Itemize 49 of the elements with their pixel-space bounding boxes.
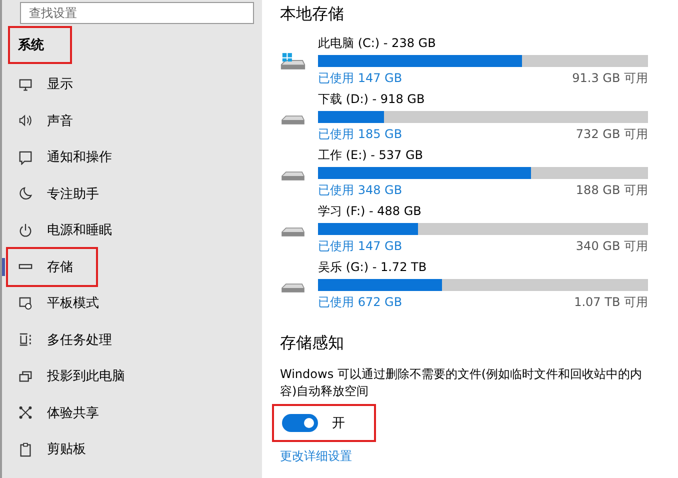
used-space: 已使用 185 GB bbox=[318, 126, 402, 143]
share-icon bbox=[18, 405, 33, 420]
nav-item[interactable]: 声音 bbox=[2, 102, 262, 139]
used-space: 已使用 147 GB bbox=[318, 238, 402, 255]
toggle-label: 开 bbox=[332, 415, 345, 432]
nav-item[interactable]: 通知和操作 bbox=[2, 139, 262, 176]
free-space: 188 GB 可用 bbox=[576, 182, 648, 199]
drive-icon bbox=[281, 115, 305, 125]
description-text: Windows 可以通过删除不需要的文件(例如临时文件和回收站中的内容)自动释放空间 bbox=[280, 366, 644, 400]
drive-name: 吴乐 (G:) - 1.72 TB bbox=[318, 259, 428, 276]
message-icon bbox=[18, 150, 33, 165]
selection-indicator bbox=[2, 258, 5, 276]
nav-item[interactable]: 专注助手 bbox=[2, 176, 262, 212]
project-icon bbox=[18, 368, 33, 384]
nav-item[interactable]: 剪贴板 bbox=[2, 431, 262, 468]
free-space: 91.3 GB 可用 bbox=[572, 70, 648, 87]
nav-item[interactable]: 平板模式 bbox=[2, 285, 262, 322]
drive-name: 工作 (E:) - 537 GB bbox=[318, 147, 424, 164]
free-space: 1.07 TB 可用 bbox=[574, 294, 648, 311]
drive-icon bbox=[281, 283, 305, 293]
settings-link[interactable]: 更改详细设置 bbox=[280, 448, 352, 465]
drive-name: 学习 (F:) - 488 GB bbox=[318, 203, 422, 220]
free-space: 732 GB 可用 bbox=[576, 126, 648, 143]
multitask-icon bbox=[18, 332, 33, 348]
nav-item[interactable]: 电源和睡眠 bbox=[2, 212, 262, 248]
used-space: 已使用 672 GB bbox=[318, 294, 402, 311]
used-space: 已使用 348 GB bbox=[318, 182, 402, 199]
nav-item[interactable]: 投影到此电脑 bbox=[2, 358, 262, 394]
display-icon bbox=[18, 76, 33, 92]
used-space: 已使用 147 GB bbox=[318, 70, 402, 87]
drive-icon bbox=[281, 227, 305, 237]
clipboard-icon bbox=[18, 442, 33, 457]
nav-item[interactable]: 多任务处理 bbox=[2, 322, 262, 358]
section-heading: 本地存储 bbox=[280, 4, 345, 25]
moon-icon bbox=[18, 186, 33, 202]
free-space: 340 GB 可用 bbox=[576, 238, 648, 255]
sound-icon bbox=[18, 113, 33, 128]
search-field[interactable]: 查找设置 bbox=[20, 2, 254, 24]
drive-name: 此电脑 (C:) - 238 GB bbox=[318, 35, 437, 52]
section-title: 系统 bbox=[18, 36, 44, 54]
tablet-icon bbox=[18, 296, 33, 311]
system-drive-icon bbox=[280, 52, 306, 70]
toggle-switch[interactable] bbox=[282, 414, 318, 432]
nav-item[interactable]: 显示 bbox=[2, 66, 262, 102]
drive-icon bbox=[281, 171, 305, 181]
drive-name: 下载 (D:) - 918 GB bbox=[318, 91, 426, 108]
nav-item[interactable]: 体验共享 bbox=[2, 394, 262, 431]
section-heading: 存储感知 bbox=[280, 333, 345, 354]
power-icon bbox=[18, 222, 33, 238]
